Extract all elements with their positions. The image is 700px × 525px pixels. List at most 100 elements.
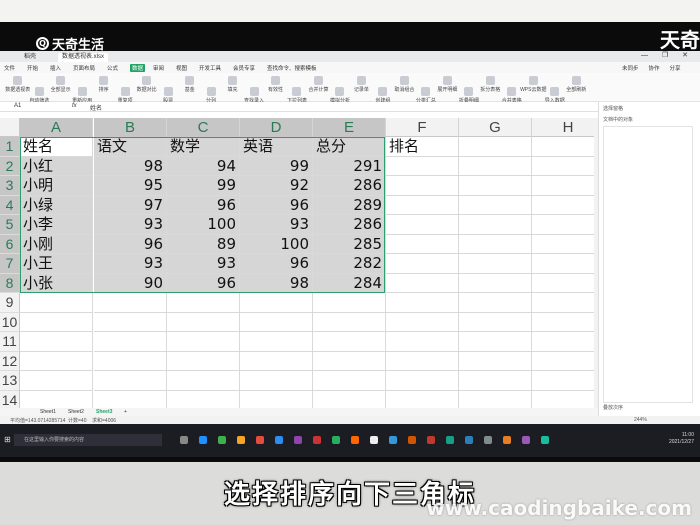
cell-H8[interactable] bbox=[532, 274, 594, 293]
cell-A14[interactable] bbox=[20, 390, 93, 408]
cell-F9[interactable] bbox=[386, 293, 459, 313]
cell-D11[interactable] bbox=[240, 332, 313, 352]
column-header-D[interactable]: D bbox=[240, 118, 313, 137]
cell-G5[interactable] bbox=[459, 215, 532, 235]
taskbar-app-icon[interactable] bbox=[408, 436, 416, 444]
cell-C8[interactable]: 96 bbox=[167, 273, 240, 293]
add-sheet-icon[interactable]: + bbox=[124, 409, 127, 415]
cell-A2[interactable]: 小红 bbox=[20, 156, 93, 176]
cell-C5[interactable]: 100 bbox=[167, 215, 240, 235]
cell-A1[interactable]: 姓名 bbox=[20, 137, 93, 157]
cell-E6[interactable]: 285 bbox=[313, 234, 386, 254]
cell-A11[interactable] bbox=[20, 332, 93, 352]
column-header-F[interactable]: F bbox=[386, 118, 459, 137]
cell-B12[interactable] bbox=[94, 351, 167, 371]
cell-B13[interactable] bbox=[94, 371, 167, 391]
row-header-7[interactable]: 7 bbox=[0, 254, 20, 274]
objects-list[interactable] bbox=[603, 126, 693, 403]
sheet-tab-sheet3[interactable]: Sheet3 bbox=[96, 409, 112, 415]
cell-A8[interactable]: 小张 bbox=[20, 273, 93, 293]
cell-A3[interactable]: 小明 bbox=[20, 176, 93, 196]
cell-E3[interactable]: 286 bbox=[313, 176, 386, 196]
cell-B9[interactable] bbox=[94, 293, 167, 313]
row-header-10[interactable]: 10 bbox=[0, 312, 20, 332]
cell-D2[interactable]: 99 bbox=[240, 156, 313, 176]
sheet-tab-sheet1[interactable]: Sheet1 bbox=[40, 409, 56, 415]
cell-G6[interactable] bbox=[459, 234, 532, 254]
cell-C13[interactable] bbox=[167, 371, 240, 391]
cell-A13[interactable] bbox=[20, 371, 93, 391]
column-header-E[interactable]: E bbox=[313, 118, 386, 137]
cell-G9[interactable] bbox=[459, 293, 532, 313]
cell-A10[interactable] bbox=[20, 312, 93, 332]
cell-G8[interactable] bbox=[459, 273, 532, 293]
cell-D9[interactable] bbox=[240, 293, 313, 313]
cell-G13[interactable] bbox=[459, 371, 532, 391]
sheet-tab-sheet2[interactable]: Sheet2 bbox=[68, 409, 84, 415]
cell-F5[interactable] bbox=[386, 215, 459, 235]
cell-B4[interactable]: 97 bbox=[94, 195, 167, 215]
taskbar-app-icon[interactable] bbox=[389, 436, 397, 444]
cell-G1[interactable] bbox=[459, 137, 532, 157]
taskbar-app-icon[interactable] bbox=[370, 436, 378, 444]
cell-D6[interactable]: 100 bbox=[240, 234, 313, 254]
cell-E1[interactable]: 总分 bbox=[313, 137, 386, 157]
cell-B8[interactable]: 90 bbox=[94, 273, 167, 293]
menu-item-5[interactable]: 数据 bbox=[130, 64, 146, 72]
row-header-14[interactable]: 14 bbox=[0, 390, 20, 408]
cell-G14[interactable] bbox=[459, 390, 532, 408]
taskbar-app-icon[interactable] bbox=[503, 436, 511, 444]
cell-H12[interactable] bbox=[532, 352, 594, 371]
cell-D5[interactable]: 93 bbox=[240, 215, 313, 235]
taskbar-app-icon[interactable] bbox=[275, 436, 283, 444]
taskbar-app-icon[interactable] bbox=[522, 436, 530, 444]
cell-F13[interactable] bbox=[386, 371, 459, 391]
cell-H13[interactable] bbox=[532, 371, 594, 391]
tab-workbook[interactable]: 数据透视表.xlsx bbox=[58, 53, 109, 62]
menu-item-1[interactable]: 开始 bbox=[27, 64, 38, 72]
taskbar-app-icon[interactable] bbox=[446, 436, 454, 444]
row-header-11[interactable]: 11 bbox=[0, 332, 20, 352]
cell-F1[interactable]: 排名 bbox=[386, 137, 459, 157]
cell-C12[interactable] bbox=[167, 351, 240, 371]
cell-G2[interactable] bbox=[459, 156, 532, 176]
taskbar-app-icon[interactable] bbox=[256, 436, 264, 444]
row-header-13[interactable]: 13 bbox=[0, 371, 20, 391]
taskbar-app-icon[interactable] bbox=[218, 436, 226, 444]
cell-A4[interactable]: 小绿 bbox=[20, 195, 93, 215]
cell-C10[interactable] bbox=[167, 312, 240, 332]
cell-A7[interactable]: 小王 bbox=[20, 254, 93, 274]
cell-D7[interactable]: 96 bbox=[240, 254, 313, 274]
cell-H11[interactable] bbox=[532, 332, 594, 352]
menu-item-10[interactable]: 查找命令、搜索模板 bbox=[267, 64, 317, 72]
row-header-2[interactable]: 2 bbox=[0, 156, 20, 176]
cell-G7[interactable] bbox=[459, 254, 532, 274]
cell-D14[interactable] bbox=[240, 390, 313, 408]
taskbar-app-icon[interactable] bbox=[313, 436, 321, 444]
cell-D3[interactable]: 92 bbox=[240, 176, 313, 196]
cell-C1[interactable]: 数学 bbox=[167, 137, 240, 157]
cell-B1[interactable]: 语文 bbox=[94, 137, 167, 157]
spreadsheet-grid[interactable]: ABCDEFGH123456789101112131415姓名语文数学英语总分排… bbox=[0, 118, 594, 408]
taskbar-app-icon[interactable] bbox=[541, 436, 549, 444]
formula-input[interactable]: 姓名 bbox=[90, 103, 102, 112]
cell-C2[interactable]: 94 bbox=[167, 156, 240, 176]
taskbar-app-icon[interactable] bbox=[465, 436, 473, 444]
cell-D12[interactable] bbox=[240, 351, 313, 371]
cell-C9[interactable] bbox=[167, 293, 240, 313]
menu-right-2[interactable]: 分享 bbox=[670, 64, 681, 72]
menu-item-9[interactable]: 会员专享 bbox=[233, 64, 255, 72]
cell-F8[interactable] bbox=[386, 273, 459, 293]
taskbar-app-icon[interactable] bbox=[294, 436, 302, 444]
row-header-8[interactable]: 8 bbox=[0, 273, 20, 293]
cell-E7[interactable]: 282 bbox=[313, 254, 386, 274]
cell-C3[interactable]: 99 bbox=[167, 176, 240, 196]
cell-F6[interactable] bbox=[386, 234, 459, 254]
cell-H1[interactable] bbox=[532, 137, 594, 157]
column-header-H[interactable]: H bbox=[532, 118, 594, 137]
cell-D10[interactable] bbox=[240, 312, 313, 332]
cell-E12[interactable] bbox=[313, 351, 386, 371]
cell-H3[interactable] bbox=[532, 176, 594, 196]
menu-item-2[interactable]: 插入 bbox=[50, 64, 61, 72]
row-header-1[interactable]: 1 bbox=[0, 137, 20, 157]
